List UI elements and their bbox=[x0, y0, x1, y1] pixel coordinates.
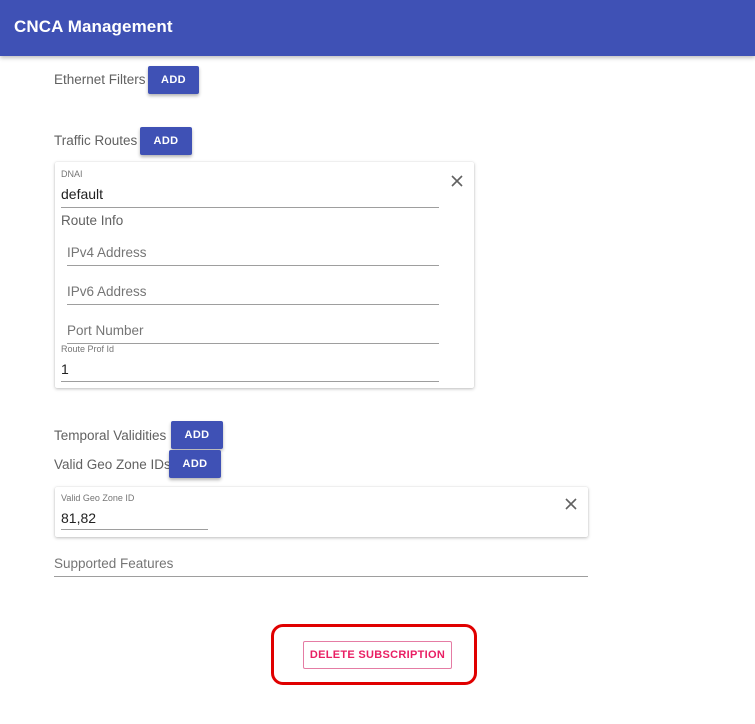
traffic-route-card: DNAI default Route Info IPv4 Address IPv… bbox=[55, 162, 474, 388]
port-number-input[interactable]: Port Number bbox=[67, 323, 144, 338]
temporal-validities-label: Temporal Validities bbox=[54, 428, 167, 443]
add-traffic-route-button[interactable]: ADD bbox=[140, 127, 192, 155]
close-icon[interactable] bbox=[564, 497, 578, 511]
ipv6-address-input[interactable]: IPv6 Address bbox=[67, 284, 147, 299]
supported-features-input[interactable]: Supported Features bbox=[54, 556, 173, 571]
route-prof-id-field[interactable]: 1 bbox=[61, 361, 69, 377]
delete-subscription-button[interactable]: DELETE SUBSCRIPTION bbox=[303, 641, 452, 669]
ethernet-filters-label: Ethernet Filters bbox=[54, 72, 146, 87]
app-toolbar: CNCA Management bbox=[0, 0, 755, 56]
add-temporal-validity-button[interactable]: ADD bbox=[171, 421, 223, 449]
route-prof-id-underline bbox=[61, 381, 439, 382]
dnai-field[interactable]: default bbox=[61, 186, 103, 202]
route-info-label: Route Info bbox=[61, 213, 124, 228]
valid-geo-zone-id-label: Valid Geo Zone ID bbox=[61, 493, 135, 503]
geo-zone-id-card: Valid Geo Zone ID 81,82 bbox=[55, 487, 588, 537]
add-ethernet-filter-button[interactable]: ADD bbox=[148, 66, 199, 94]
app-title: CNCA Management bbox=[14, 17, 173, 36]
ipv4-address-input[interactable]: IPv4 Address bbox=[67, 245, 147, 260]
dnai-underline bbox=[61, 207, 439, 208]
port-number-underline bbox=[67, 343, 439, 344]
ipv4-underline bbox=[67, 265, 439, 266]
geo-zone-id-underline bbox=[61, 529, 208, 530]
route-prof-id-label: Route Prof Id bbox=[61, 344, 115, 354]
valid-geo-zone-ids-label: Valid Geo Zone IDs bbox=[54, 457, 171, 472]
ipv6-underline bbox=[67, 304, 439, 305]
supported-features-underline bbox=[54, 576, 588, 577]
close-icon[interactable] bbox=[450, 174, 464, 188]
traffic-routes-label: Traffic Routes bbox=[54, 133, 138, 148]
add-geo-zone-id-button[interactable]: ADD bbox=[169, 450, 221, 478]
dnai-label: DNAI bbox=[61, 169, 83, 179]
valid-geo-zone-id-field[interactable]: 81,82 bbox=[61, 510, 96, 526]
